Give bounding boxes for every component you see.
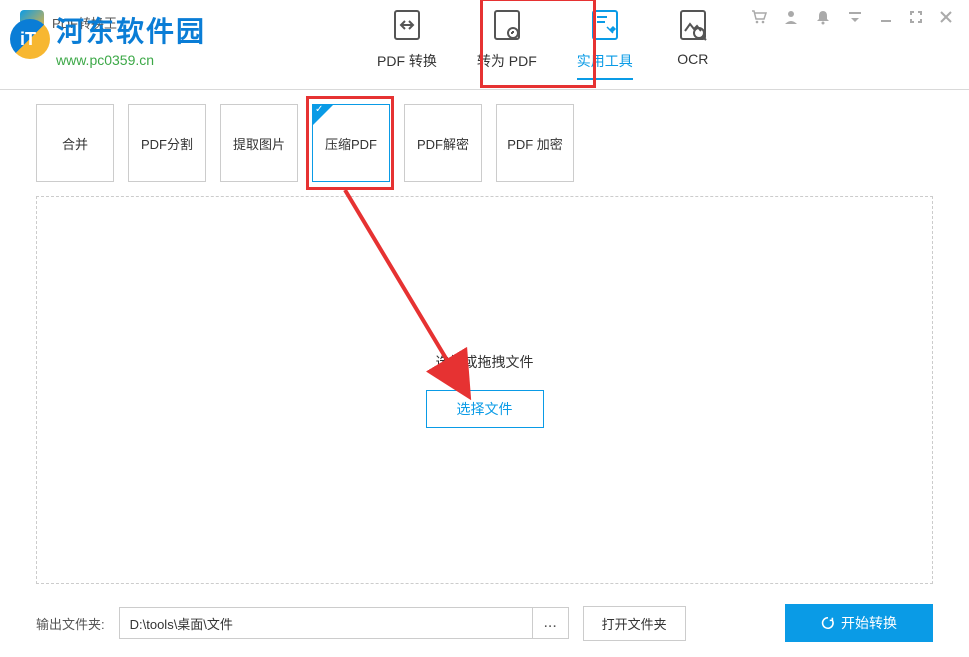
output-folder-label: 输出文件夹: <box>36 614 105 633</box>
tab-label: 实用工具 <box>577 51 633 71</box>
tab-pdf-convert[interactable]: PDF 转换 <box>377 5 437 79</box>
output-path-input[interactable] <box>120 608 532 638</box>
minimize-icon[interactable] <box>878 9 894 30</box>
tool-extract-images[interactable]: 提取图片 <box>220 104 298 182</box>
to-pdf-icon <box>487 5 527 45</box>
app-title: PDF转换王 <box>52 13 117 32</box>
tool-encrypt[interactable]: PDF 加密 <box>496 104 574 182</box>
app-logo-icon <box>20 10 44 34</box>
card-label: PDF 加密 <box>507 134 563 153</box>
tab-to-pdf[interactable]: 转为 PDF <box>477 5 537 79</box>
tools-icon <box>585 5 625 45</box>
open-folder-button[interactable]: 打开文件夹 <box>583 606 686 641</box>
output-path-container: ... <box>119 607 569 639</box>
bottom-bar: 输出文件夹: ... 打开文件夹 开始转换 <box>0 594 969 652</box>
ocr-icon <box>673 5 713 45</box>
app-info: PDF转换王 <box>20 10 117 34</box>
tool-cards-row: 合并 PDF分割 提取图片 压缩PDF PDF解密 PDF 加密 <box>0 90 969 196</box>
tab-label: 转为 PDF <box>477 51 537 71</box>
start-convert-button[interactable]: 开始转换 <box>785 604 933 642</box>
tab-tools[interactable]: 实用工具 <box>577 5 633 79</box>
menu-dropdown-icon[interactable] <box>846 8 864 31</box>
maximize-icon[interactable] <box>908 9 924 30</box>
select-file-button[interactable]: 选择文件 <box>426 390 544 428</box>
tab-label: OCR <box>677 51 708 67</box>
drop-area[interactable]: 选择或拖拽文件 选择文件 <box>36 196 933 584</box>
main-tabs: PDF 转换 转为 PDF 实用工具 <box>377 5 713 79</box>
convert-icon <box>387 5 427 45</box>
tool-compress[interactable]: 压缩PDF <box>312 104 390 182</box>
drop-hint: 选择或拖拽文件 <box>436 352 534 372</box>
browse-button[interactable]: ... <box>532 608 568 638</box>
card-label: 提取图片 <box>233 134 285 153</box>
start-button-label: 开始转换 <box>841 613 897 633</box>
refresh-icon <box>821 616 835 630</box>
user-icon[interactable] <box>782 8 800 31</box>
tool-merge[interactable]: 合并 <box>36 104 114 182</box>
card-label: 压缩PDF <box>325 134 377 153</box>
header: PDF转换王 PDF 转换 转为 PDF 实用工具 <box>0 0 969 90</box>
window-controls <box>750 8 954 31</box>
tab-label: PDF 转换 <box>377 51 437 71</box>
tool-split[interactable]: PDF分割 <box>128 104 206 182</box>
cart-icon[interactable] <box>750 8 768 31</box>
card-label: PDF解密 <box>417 134 469 153</box>
card-label: 合并 <box>62 134 88 153</box>
tool-decrypt[interactable]: PDF解密 <box>404 104 482 182</box>
card-label: PDF分割 <box>141 134 193 153</box>
tab-ocr[interactable]: OCR <box>673 5 713 79</box>
close-icon[interactable] <box>938 9 954 30</box>
bell-icon[interactable] <box>814 8 832 31</box>
